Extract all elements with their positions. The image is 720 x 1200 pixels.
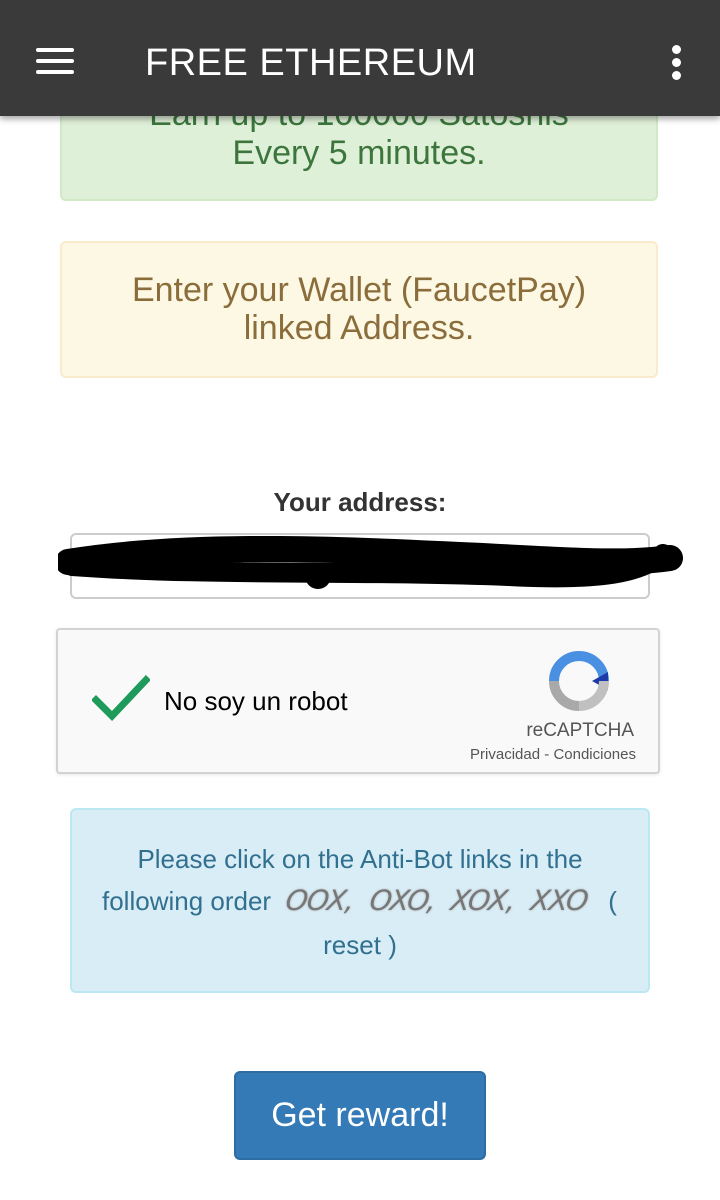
more-vertical-icon[interactable]	[670, 44, 684, 80]
not-a-robot-label: No soy un robot	[164, 686, 348, 716]
recaptcha-brand-label: reCAPTCHA	[526, 720, 634, 741]
recaptcha-links: Privacidad - Condiciones	[470, 746, 636, 763]
more-icon-dot-middle	[672, 58, 681, 67]
antibot-code-3[interactable]: XOX,	[449, 884, 517, 917]
address-label: Your address:	[273, 487, 447, 517]
app-bar: FREE ETHEREUM	[0, 0, 720, 116]
get-reward-button[interactable]: Get reward!	[234, 1071, 486, 1160]
more-icon-dot-bottom	[672, 71, 681, 80]
antibot-code-2[interactable]: OXO,	[367, 884, 437, 917]
earn-info-line2: Every 5 minutes.	[232, 134, 486, 172]
recaptcha-widget: No soy un robot reCAPTCHA Privacidad - C…	[56, 628, 660, 774]
reset-open-paren: (	[608, 886, 617, 916]
checkmark-icon[interactable]	[92, 674, 150, 722]
antibot-instruction-line1: Please click on the Anti-Bot links in th…	[137, 844, 583, 874]
recaptcha-logo-icon	[549, 651, 609, 711]
antibot-code-1[interactable]: OOX,	[284, 884, 356, 917]
links-separator: -	[540, 746, 554, 763]
antibot-reset-line: reset )	[72, 930, 648, 961]
antibot-order-label: following order	[102, 886, 272, 916]
wallet-instruction-alert: Enter your Wallet (FaucetPay) linked Add…	[60, 241, 658, 378]
antibot-code-4[interactable]: XXO	[528, 884, 589, 917]
terms-link[interactable]: Condiciones	[553, 746, 636, 763]
reset-close-paren: )	[388, 930, 397, 960]
reset-link[interactable]: reset	[323, 930, 381, 960]
app-title: FREE ETHEREUM	[145, 42, 477, 84]
more-icon-dot-top	[672, 45, 681, 54]
privacy-link[interactable]: Privacidad	[470, 746, 540, 763]
hamburger-menu-icon[interactable]	[36, 46, 76, 76]
wallet-instruction-line1: Enter your Wallet (FaucetPay)	[131, 271, 587, 309]
wallet-instruction-line2: linked Address.	[243, 309, 475, 347]
menu-icon-bar-top	[36, 48, 74, 52]
menu-icon-bar-middle	[36, 59, 74, 63]
menu-icon-bar-bottom	[36, 70, 74, 74]
antibot-instruction-line2: following order OOX, OXO, XOX, XXO (	[102, 884, 617, 917]
antibot-alert: Please click on the Anti-Bot links in th…	[70, 808, 650, 993]
address-input[interactable]	[70, 533, 650, 599]
